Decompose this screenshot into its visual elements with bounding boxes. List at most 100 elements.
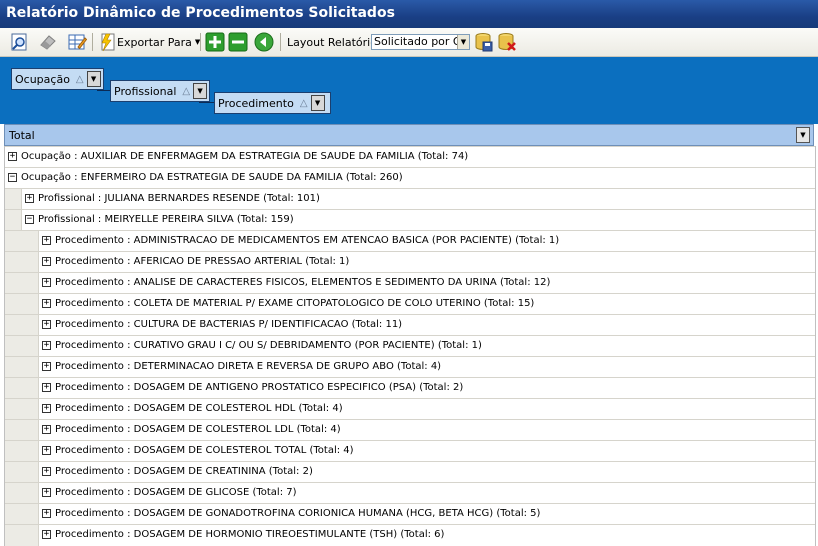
group-row-label: Procedimento : ANALISE DE CARACTERES FIS… — [55, 277, 551, 288]
eraser-icon — [40, 35, 56, 50]
row-indent — [5, 483, 39, 504]
edit-layout-button[interactable] — [67, 32, 87, 52]
expand-icon[interactable]: + — [8, 152, 17, 161]
group-row-label: Procedimento : AFERICAO DE PRESSAO ARTER… — [55, 256, 350, 267]
group-row-label: Procedimento : DOSAGEM DE CREATININA (To… — [55, 466, 313, 477]
group-row[interactable]: − Profissional : MEIRYELLE PEREIRA SILVA … — [5, 209, 815, 231]
layout-label-wrap: Layout Relatório — [287, 32, 377, 52]
lightning-icon — [101, 33, 115, 52]
group-row[interactable]: + Procedimento : ANALISE DE CARACTERES FI… — [5, 272, 815, 294]
group-row[interactable]: + Procedimento : DOSAGEM DE GONADOTROFINA… — [5, 503, 815, 525]
title-bar: Relatório Dinâmico de Procedimentos Soli… — [0, 0, 818, 28]
expand-icon[interactable]: + — [42, 467, 51, 476]
group-row[interactable]: + Procedimento : DOSAGEM DE CREATININA (T… — [5, 461, 815, 483]
window-title: Relatório Dinâmico de Procedimentos Soli… — [6, 5, 395, 21]
expand-icon[interactable]: + — [42, 446, 51, 455]
row-indent — [5, 210, 22, 231]
group-field-label: Procedimento — [218, 96, 294, 110]
expand-icon[interactable]: + — [42, 383, 51, 392]
database-save-icon — [475, 33, 493, 52]
row-indent — [5, 378, 39, 399]
print-preview-icon — [11, 33, 27, 51]
row-indent — [5, 357, 39, 378]
expand-icon[interactable]: + — [42, 488, 51, 497]
group-row[interactable]: + Procedimento : DOSAGEM DE COLESTEROL LD… — [5, 419, 815, 441]
expand-icon[interactable]: + — [42, 341, 51, 350]
sort-ascending-icon: △ — [182, 85, 191, 97]
chevron-down-icon[interactable]: ▼ — [310, 95, 325, 111]
toolbar-separator — [200, 33, 201, 51]
expand-icon[interactable]: + — [25, 194, 34, 203]
print-preview-button[interactable] — [10, 32, 30, 52]
group-row[interactable]: + Procedimento : DOSAGEM DE HORMONIO TIRE… — [5, 524, 815, 546]
group-row-label: Procedimento : DOSAGEM DE COLESTEROL HDL… — [55, 403, 343, 414]
plus-icon — [205, 32, 225, 52]
row-indent — [5, 189, 22, 210]
group-row[interactable]: + Procedimento : DOSAGEM DE COLESTEROL TO… — [5, 440, 815, 462]
group-row[interactable]: + Procedimento : DOSAGEM DE ANTIGENO PROS… — [5, 377, 815, 399]
group-row[interactable]: + Procedimento : DOSAGEM DE GLICOSE (Tota… — [5, 482, 815, 504]
export-label: Exportar Para — [117, 35, 192, 49]
layout-label: Layout Relatório — [287, 35, 377, 49]
group-row[interactable]: + Procedimento : CULTURA DE BACTERIAS P/ … — [5, 314, 815, 336]
group-row-label: Procedimento : DOSAGEM DE COLESTEROL TOT… — [55, 445, 354, 456]
save-layout-button[interactable] — [474, 32, 494, 52]
expand-icon[interactable]: + — [42, 257, 51, 266]
expand-icon[interactable]: + — [42, 509, 51, 518]
back-arrow-icon — [254, 32, 274, 52]
delete-layout-button[interactable] — [497, 32, 517, 52]
column-header-total[interactable]: Total ▼ — [4, 124, 814, 146]
collapse-icon[interactable]: − — [8, 173, 17, 182]
group-row-label: Ocupação : AUXILIAR DE ENFERMAGEM DA EST… — [21, 151, 469, 162]
toolbar-separator — [280, 33, 281, 51]
eraser-button[interactable] — [38, 32, 58, 52]
export-button[interactable]: Exportar Para ▼ — [97, 32, 200, 52]
group-row[interactable]: + Procedimento : AFERICAO DE PRESSAO ARTE… — [5, 251, 815, 273]
expand-icon[interactable]: + — [42, 236, 51, 245]
expand-icon[interactable]: + — [42, 362, 51, 371]
expand-icon[interactable]: + — [42, 278, 51, 287]
group-row-label: Procedimento : CULTURA DE BACTERIAS P/ I… — [55, 319, 403, 330]
toolbar-separator — [92, 33, 93, 51]
sort-ascending-icon: △ — [75, 73, 84, 85]
chevron-down-icon[interactable]: ▼ — [86, 71, 101, 87]
group-row[interactable]: + Procedimento : CURATIVO GRAU I C/ OU S/… — [5, 335, 815, 357]
toolbar: Exportar Para ▼ Layout Relatório Solicit… — [0, 28, 818, 57]
expand-icon[interactable]: + — [42, 404, 51, 413]
expand-icon[interactable]: + — [42, 299, 51, 308]
group-row-label: Procedimento : CURATIVO GRAU I C/ OU S/ … — [55, 340, 482, 351]
group-row-label: Procedimento : DETERMINACAO DIRETA E REV… — [55, 361, 442, 372]
group-row[interactable]: + Procedimento : DOSAGEM DE COLESTEROL HD… — [5, 398, 815, 420]
back-button[interactable] — [254, 32, 274, 52]
minus-icon — [228, 32, 248, 52]
row-indent — [5, 336, 39, 357]
expand-icon[interactable]: + — [42, 530, 51, 539]
collapse-all-button[interactable] — [228, 32, 248, 52]
group-row[interactable]: + Profissional : JULIANA BERNARDES RESEND… — [5, 188, 815, 210]
group-row-label: Profissional : JULIANA BERNARDES RESENDE… — [38, 193, 320, 204]
group-row-label: Procedimento : DOSAGEM DE HORMONIO TIREO… — [55, 529, 445, 540]
report-grid: + Ocupação : AUXILIAR DE ENFERMAGEM DA ES… — [4, 146, 816, 546]
group-row[interactable]: + Procedimento : DETERMINACAO DIRETA E RE… — [5, 356, 815, 378]
row-indent — [5, 441, 39, 462]
group-row[interactable]: + Procedimento : ADMINISTRACAO DE MEDICAM… — [5, 230, 815, 252]
chevron-down-icon: ▼ — [457, 35, 469, 49]
row-indent — [5, 525, 39, 546]
group-field-ocupacao[interactable]: Ocupação △ ▼ — [11, 68, 104, 90]
chevron-down-icon[interactable]: ▼ — [193, 83, 208, 99]
group-row[interactable]: + Procedimento : COLETA DE MATERIAL P/ EX… — [5, 293, 815, 315]
group-field-profissional[interactable]: Profissional △ ▼ — [110, 80, 210, 102]
collapse-icon[interactable]: − — [25, 215, 34, 224]
group-row-label: Procedimento : DOSAGEM DE GONADOTROFINA … — [55, 508, 541, 519]
group-field-procedimento[interactable]: Procedimento △ ▼ — [214, 92, 331, 114]
group-row[interactable]: − Ocupação : ENFERMEIRO DA ESTRATEGIA DE … — [5, 167, 815, 188]
expand-all-button[interactable] — [205, 32, 225, 52]
row-indent — [5, 252, 39, 273]
edit-grid-icon — [68, 34, 87, 50]
expand-icon[interactable]: + — [42, 320, 51, 329]
row-indent — [5, 315, 39, 336]
layout-select[interactable]: Solicitado por Ocu ▼ — [371, 34, 470, 50]
expand-icon[interactable]: + — [42, 425, 51, 434]
chevron-down-icon[interactable]: ▼ — [796, 127, 810, 143]
group-row[interactable]: + Ocupação : AUXILIAR DE ENFERMAGEM DA ES… — [5, 146, 815, 167]
